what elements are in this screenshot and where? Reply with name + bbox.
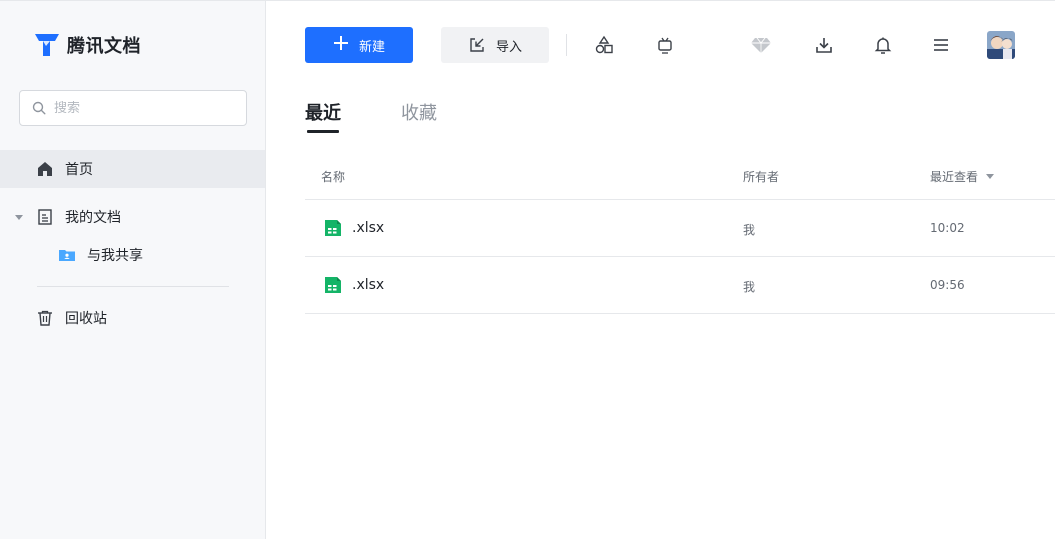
sidebar-item-shared-with-me[interactable]: 与我共享 [0, 236, 265, 274]
app-name: 腾讯文档 [67, 36, 141, 57]
file-last-viewed: 09:56 [930, 278, 965, 292]
app-window: 腾讯文档 首页 [0, 0, 1055, 539]
spreadsheet-icon [325, 277, 341, 293]
bell-icon[interactable] [872, 34, 894, 56]
tab-favorites[interactable]: 收藏 [401, 99, 437, 125]
shapes-icon[interactable] [593, 34, 615, 56]
sidebar-item-my-docs[interactable]: 我的文档 [0, 198, 265, 236]
file-owner: 我 [743, 223, 756, 237]
search-icon [32, 101, 46, 115]
document-icon [36, 208, 54, 226]
tab-recent[interactable]: 最近 [305, 99, 341, 125]
file-owner: 我 [743, 280, 756, 294]
shared-folder-icon [58, 246, 76, 264]
diamond-icon[interactable] [750, 34, 772, 56]
table-row[interactable]: .xlsx 我 09:56 [305, 257, 1055, 314]
sidebar-item-label: 首页 [65, 162, 93, 178]
sidebar-item-label: 与我共享 [87, 248, 143, 264]
search-box[interactable] [19, 90, 247, 126]
new-button[interactable]: 新建 [305, 27, 413, 63]
caret-down-icon[interactable] [14, 212, 24, 222]
plus-icon [333, 34, 349, 56]
trash-icon [36, 309, 54, 327]
import-button-label: 导入 [495, 39, 522, 55]
download-icon[interactable] [813, 34, 835, 56]
logo-icon [35, 34, 59, 56]
home-icon [36, 160, 54, 178]
column-header-owner: 所有者 [743, 170, 780, 184]
toolbar-divider [566, 34, 567, 56]
sidebar-divider [37, 286, 229, 287]
sidebar-item-home[interactable]: 首页 [0, 150, 265, 188]
column-header-name: 名称 [321, 170, 346, 184]
import-icon [470, 38, 484, 52]
sidebar-item-trash[interactable]: 回收站 [0, 299, 265, 337]
sidebar-item-label: 回收站 [65, 311, 107, 327]
file-name-cell: .xlsx [324, 219, 384, 237]
column-header-last-viewed[interactable]: 最近查看 [930, 168, 995, 185]
tv-icon[interactable] [654, 34, 676, 56]
search-input[interactable] [54, 100, 234, 116]
spreadsheet-icon [325, 220, 341, 236]
table-row[interactable]: .xlsx 我 10:02 [305, 200, 1055, 257]
file-name: .xlsx [352, 220, 385, 236]
column-header-label: 最近查看 [930, 170, 979, 184]
file-name-cell: .xlsx [324, 276, 384, 294]
app-logo[interactable]: 腾讯文档 [33, 31, 141, 59]
sort-down-icon [986, 174, 995, 179]
user-avatar[interactable] [987, 31, 1015, 59]
file-last-viewed: 10:02 [930, 221, 965, 235]
sidebar: 腾讯文档 首页 [0, 1, 266, 539]
import-button[interactable]: 导入 [441, 27, 549, 63]
table-header: 名称 所有者 最近查看 [305, 156, 1055, 200]
file-name: .xlsx [352, 277, 385, 293]
new-button-label: 新建 [358, 39, 385, 55]
sidebar-item-label: 我的文档 [65, 210, 121, 226]
active-tab-indicator [307, 130, 339, 133]
menu-icon[interactable] [930, 34, 952, 56]
